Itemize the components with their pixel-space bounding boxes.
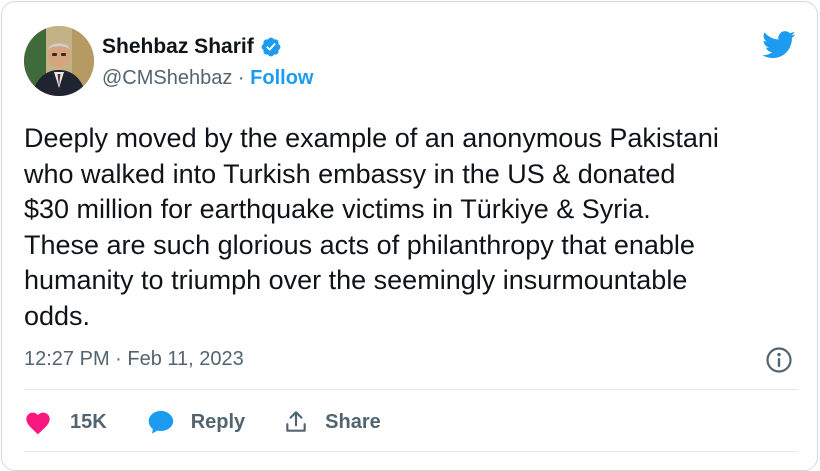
avatar[interactable] xyxy=(24,26,94,96)
handle-separator: · xyxy=(232,67,251,89)
verified-badge-icon xyxy=(260,36,282,58)
author-handle[interactable]: @CMShehbaz xyxy=(102,67,232,89)
share-upload-icon xyxy=(286,411,306,432)
avatar-portrait-icon xyxy=(24,26,94,96)
tweet-text: Deeply moved by the example of an anonym… xyxy=(24,123,719,331)
actions-divider xyxy=(24,389,798,390)
info-icon[interactable] xyxy=(765,346,793,374)
bottom-divider xyxy=(24,451,798,452)
twitter-bird-icon[interactable] xyxy=(762,31,796,59)
author-name-row: Shehbaz Sharif xyxy=(102,35,282,59)
author-handle-row: @CMShehbaz · Follow xyxy=(102,67,313,90)
follow-button[interactable]: Follow xyxy=(250,67,313,89)
tweet-card: Shehbaz Sharif @CMShehbaz · Follow Deepl… xyxy=(1,1,818,471)
author-name[interactable]: Shehbaz Sharif xyxy=(102,35,254,59)
tweet-timestamp[interactable]: 12:27 PM · Feb 11, 2023 xyxy=(24,348,244,371)
heart-icon xyxy=(26,412,50,435)
like-button[interactable]: 15K xyxy=(24,409,107,435)
speech-bubble-icon xyxy=(148,410,173,434)
tweet-actions-bar: 15K Reply Share xyxy=(24,402,381,442)
share-label: Share xyxy=(325,410,381,433)
reply-label: Reply xyxy=(190,410,246,433)
like-count: 15K xyxy=(70,410,107,433)
reply-button[interactable]: Reply xyxy=(147,409,245,435)
share-button[interactable]: Share xyxy=(283,409,381,435)
